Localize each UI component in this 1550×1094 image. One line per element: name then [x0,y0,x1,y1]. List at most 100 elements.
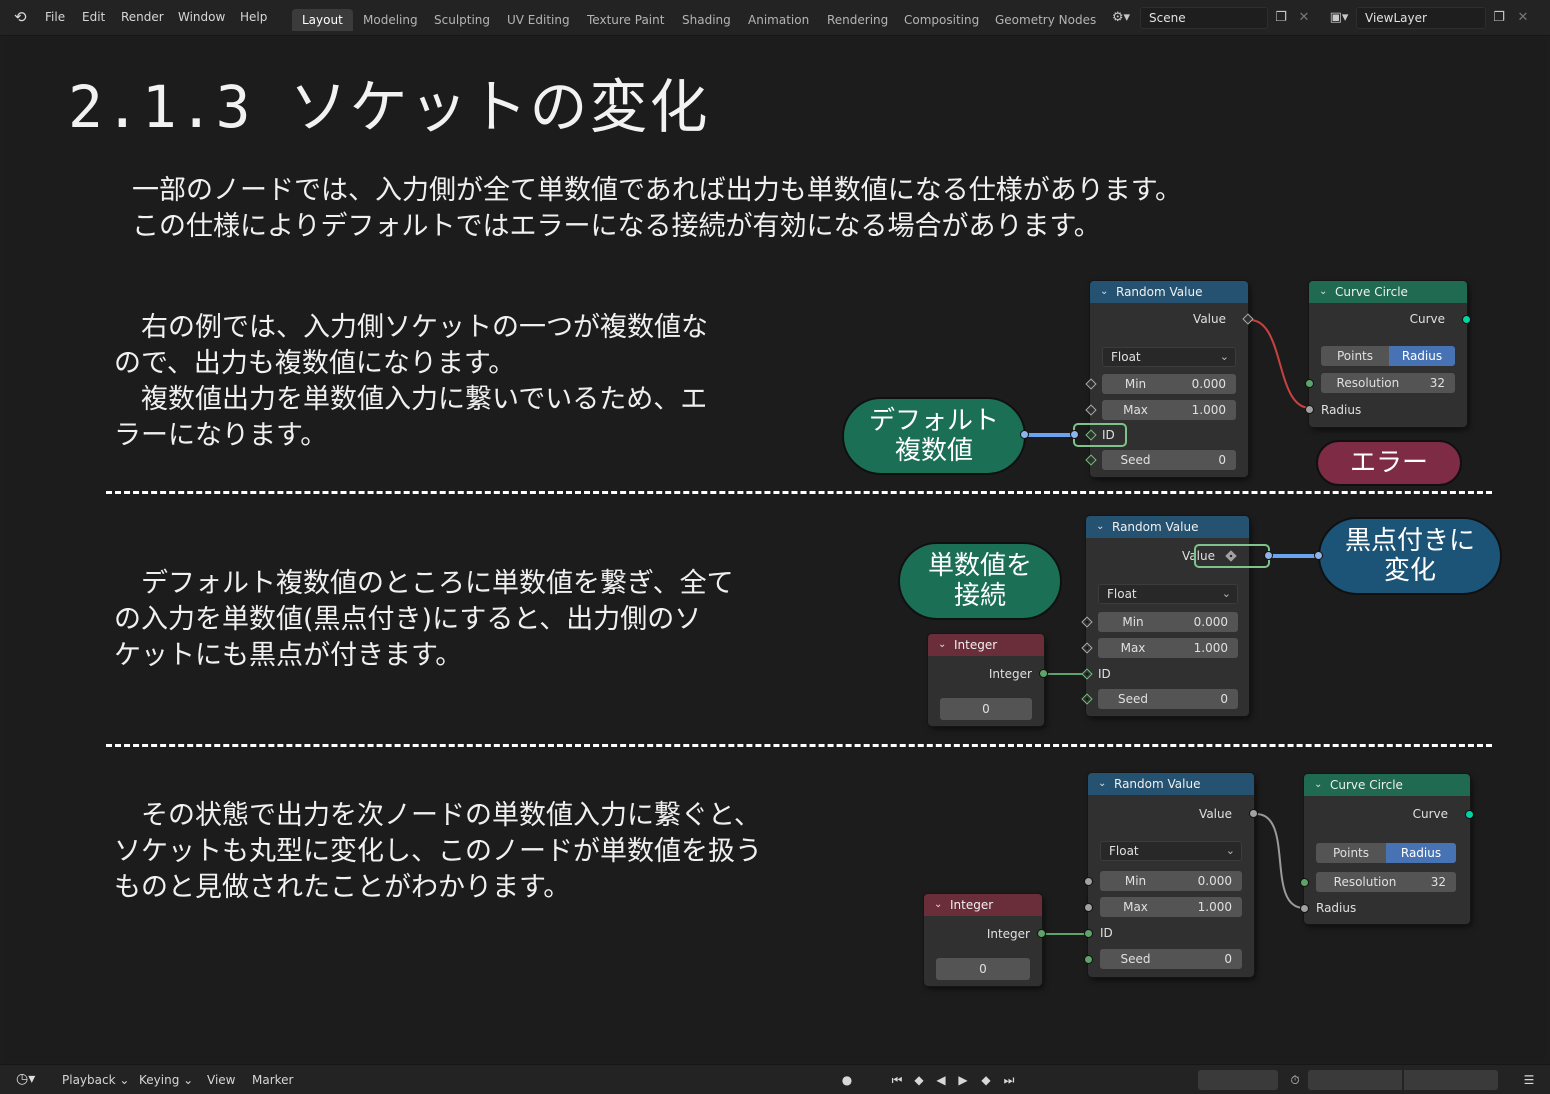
scene-selector-icon[interactable]: ⚙▾ [1104,7,1138,29]
menu-playback[interactable]: Playback ⌄ [62,1073,129,1087]
tab-shading[interactable]: Shading [680,9,733,31]
tab-geometry-nodes[interactable]: Geometry Nodes [993,9,1098,31]
resolution-field[interactable]: Resolution 32 [1321,373,1455,393]
top-bar: ⟲ File Edit Render Window Help Layout Mo… [0,0,1550,36]
node-header[interactable]: ⌄ Random Value [1086,516,1249,538]
link-endpoint [1070,430,1079,439]
chevron-down-icon[interactable]: ⌄ [1096,516,1104,538]
chevron-down-icon: ⌄ [1225,844,1235,857]
view-layer-field[interactable]: ViewLayer [1356,7,1486,29]
radius-socket[interactable] [1300,904,1309,913]
node-header[interactable]: ⌄ Curve Circle [1309,281,1467,303]
play-reverse-icon[interactable]: ◀ [932,1071,950,1089]
node-header[interactable]: ⌄ Random Value [1088,773,1254,795]
chevron-down-icon[interactable]: ⌄ [938,634,946,656]
tab-layout[interactable]: Layout [292,9,353,31]
seed-field[interactable]: Seed 0 [1102,450,1236,470]
tab-compositing[interactable]: Compositing [902,9,981,31]
chevron-down-icon[interactable]: ⌄ [1319,281,1327,303]
chevron-down-icon[interactable]: ⌄ [1098,773,1106,795]
new-scene-icon[interactable]: ❐ [1270,7,1292,29]
chevron-down-icon[interactable]: ⌄ [1314,774,1322,796]
data-type-dropdown[interactable]: Float ⌄ [1100,841,1242,861]
tab-animation[interactable]: Animation [746,9,811,31]
tab-texture-paint[interactable]: Texture Paint [585,9,666,31]
view-layer-selector-icon[interactable]: ▣▾ [1322,7,1356,29]
prev-keyframe-icon[interactable]: ◆ [910,1071,928,1089]
menu-marker[interactable]: Marker [252,1073,293,1087]
integer-value-field[interactable]: 0 [940,698,1032,720]
chevron-down-icon[interactable]: ⌄ [934,894,942,916]
integer-value-field[interactable]: 0 [936,958,1030,980]
new-view-layer-icon[interactable]: ❐ [1488,7,1510,29]
tab-modeling[interactable]: Modeling [361,9,420,31]
max-field[interactable]: Max 1.000 [1098,638,1238,658]
current-frame-field[interactable] [1198,1070,1278,1090]
tab-sculpting[interactable]: Sculpting [432,9,492,31]
data-type-dropdown[interactable]: Float ⌄ [1098,584,1238,604]
min-socket[interactable] [1084,877,1093,886]
resolution-socket[interactable] [1300,878,1309,887]
random-value-node[interactable]: ⌄ Random Value Value Float ⌄ Min 0.000 Max 1… [1085,281,1254,477]
radius-mode-button[interactable]: Radius [1389,346,1455,366]
menu-edit[interactable]: Edit [82,10,105,24]
integer-node[interactable]: ⌄ Integer Integer 0 [924,894,1046,986]
output-label: Curve [1412,807,1448,821]
menu-window[interactable]: Window [178,10,225,24]
tab-uv-editing[interactable]: UV Editing [505,9,572,31]
menu-keying[interactable]: Keying ⌄ [139,1073,193,1087]
radius-socket[interactable] [1305,405,1314,414]
resolution-socket[interactable] [1305,379,1314,388]
curve-circle-node[interactable]: ⌄ Curve Circle Curve Points Radius Resolu… [1300,774,1474,924]
stopwatch-icon[interactable]: ⏱ [1286,1071,1304,1089]
menu-help[interactable]: Help [240,10,267,24]
curve-output-socket[interactable] [1465,810,1474,819]
radius-mode-button[interactable]: Radius [1386,843,1456,863]
min-field[interactable]: Min 0.000 [1102,374,1236,394]
id-socket[interactable] [1084,929,1093,938]
node-title: Integer [950,898,994,912]
integer-node[interactable]: ⌄ Integer Integer 0 [928,634,1048,726]
frame-start-field[interactable] [1308,1070,1402,1090]
jump-start-icon[interactable]: ⏮ [888,1071,906,1089]
curve-circle-node[interactable]: ⌄ Curve Circle Curve Points Radius Resolu… [1305,281,1471,427]
data-type-dropdown[interactable]: Float ⌄ [1102,347,1236,367]
output-socket-round[interactable] [1249,809,1258,818]
seed-socket[interactable] [1084,955,1093,964]
points-mode-button[interactable]: Points [1321,346,1389,366]
frame-end-field[interactable] [1404,1070,1498,1090]
tab-rendering[interactable]: Rendering [825,9,890,31]
close-scene-icon[interactable]: ✕ [1293,7,1315,29]
editor-type-clock-icon[interactable]: ◷▾ [16,1071,35,1087]
sidebar-toggle-icon[interactable]: ☰ [1520,1071,1538,1089]
resolution-field[interactable]: Resolution 32 [1316,872,1456,892]
node-header[interactable]: ⌄ Curve Circle [1304,774,1470,796]
random-value-node[interactable]: ⌄ Random Value Value Float ⌄ Min 0.000 Max 1… [1084,773,1258,977]
record-icon[interactable]: ● [838,1071,856,1089]
node-header[interactable]: ⌄ Integer [924,894,1042,916]
scene-name-field[interactable]: Scene [1140,7,1268,29]
jump-end-icon[interactable]: ⏭ [1000,1071,1018,1089]
integer-output-socket[interactable] [1037,929,1046,938]
close-view-layer-icon[interactable]: ✕ [1512,7,1534,29]
node-header[interactable]: ⌄ Integer [928,634,1044,656]
curve-output-socket[interactable] [1462,315,1471,324]
menu-view[interactable]: View [207,1073,235,1087]
min-field[interactable]: Min 0.000 [1100,871,1242,891]
max-field[interactable]: Max 1.000 [1100,897,1242,917]
link-endpoint [1264,551,1273,560]
max-socket[interactable] [1084,903,1093,912]
seed-field[interactable]: Seed 0 [1098,689,1238,709]
chevron-down-icon[interactable]: ⌄ [1100,281,1108,303]
play-icon[interactable]: ▶ [954,1071,972,1089]
menu-file[interactable]: File [45,10,65,24]
integer-output-socket[interactable] [1039,669,1048,678]
min-field[interactable]: Min 0.000 [1098,612,1238,632]
max-field[interactable]: Max 1.000 [1102,400,1236,420]
blender-logo-icon[interactable]: ⟲ [14,8,27,26]
seed-field[interactable]: Seed 0 [1100,949,1242,969]
node-header[interactable]: ⌄ Random Value [1090,281,1248,303]
points-mode-button[interactable]: Points [1316,843,1386,863]
menu-render[interactable]: Render [121,10,164,24]
next-keyframe-icon[interactable]: ◆ [977,1071,995,1089]
